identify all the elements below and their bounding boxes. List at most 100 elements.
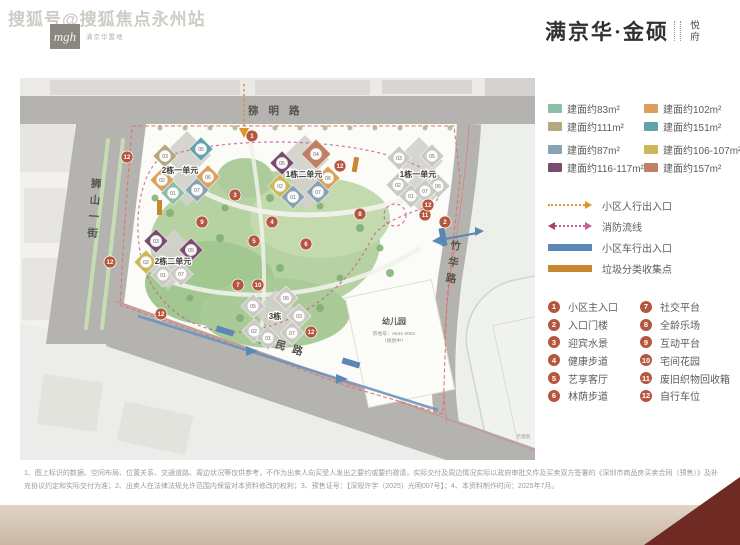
legend-line-group: 小区人行出入口 消防流线 小区车行出入口 垃圾分类收集点 [548, 199, 738, 274]
brand-name: 满京华·金硕 [545, 16, 669, 46]
legend-area-group-1: 建面约83m² 建面约102m² 建面约111m² 建面约151m² [548, 102, 738, 132]
area-swatch [644, 104, 658, 113]
svg-text:12: 12 [337, 163, 344, 170]
brand-divider [674, 21, 675, 41]
unit-number: 07 [194, 188, 200, 194]
svg-text:6: 6 [304, 241, 308, 248]
brand-divider [680, 21, 681, 41]
unit-number: 02 [277, 184, 283, 190]
map-numbered-marker: 12 [155, 308, 167, 320]
vehicle-entrance-symbol [548, 244, 592, 251]
unit-number: 07 [315, 190, 321, 196]
legend-numbered-item: 10宅间花园 [640, 353, 738, 368]
svg-text:1: 1 [250, 133, 254, 140]
legend-numbered-item: 4 健康步道 [548, 353, 640, 368]
svg-text:12: 12 [425, 202, 432, 209]
area-swatch [548, 122, 562, 131]
svg-text:2: 2 [443, 219, 447, 226]
cluster-label: 2栋二单元 [155, 256, 191, 266]
svg-text:10: 10 [255, 282, 262, 289]
legend-numbered-item: 11 废旧织物回收箱 [640, 371, 738, 386]
unit-number: 06 [435, 184, 441, 190]
legend-numbered-item: 7社交平台 [640, 299, 738, 314]
cluster-label: 2栋一单元 [162, 165, 198, 175]
svg-text:5: 5 [252, 238, 256, 245]
numbered-marker-label: 自行车位 [660, 388, 700, 403]
unit-number: 03 [296, 314, 302, 320]
unit-number: 01 [290, 195, 296, 201]
legend-line-item: 小区车行出入口 [548, 241, 738, 253]
legend-numbered-item: 8 全龄乐场 [640, 317, 738, 332]
numbered-marker-icon: 8 [640, 319, 652, 331]
unit-number: 01 [160, 273, 166, 279]
unit-number: 06 [205, 175, 211, 181]
area-swatch [548, 104, 562, 113]
unit-number: 05 [198, 147, 204, 153]
publisher-logo-subtext: 满京华置地 [86, 31, 124, 41]
brand-lockup: 满京华·金硕 悦府 [545, 16, 714, 46]
site-plan-svg: 幼儿园 宗地号：A641-0051 （规划中） [20, 78, 535, 460]
watermark: 搜狐号@搜狐焦点永州站 [8, 5, 206, 30]
bottom-decoration-band [0, 505, 740, 545]
unit-number: 03 [162, 154, 168, 160]
area-swatch [548, 145, 562, 154]
numbered-marker-label: 小区主入口 [568, 299, 618, 314]
kindergarten-status: （规划中） [382, 337, 406, 344]
area-swatch [644, 145, 658, 154]
area-swatch [644, 122, 658, 131]
svg-text:11: 11 [422, 212, 429, 219]
map-numbered-marker: 3 [229, 189, 241, 201]
svg-text:7: 7 [236, 282, 240, 289]
legend-panel: 建面约83m² 建面约102m² 建面约111m² 建面约151m² 建面约87… [548, 96, 738, 405]
disclaimer-text: 1、图上标识的数据、空间布局、位置关系、交通道路、周边状况等仅供参考，不作为出卖… [24, 467, 718, 494]
kindergarten-parcel: 宗地号：A641-0051 [373, 330, 416, 337]
numbered-marker-icon: 3 [548, 336, 560, 348]
brand-suffix: 悦府 [686, 20, 700, 43]
legend-numbered-item: 3迎宾水景 [548, 335, 640, 350]
legend-area-item: 建面约102m² [644, 102, 738, 114]
legend-line-item: 消防流线 [548, 220, 738, 232]
legend-line-item: 小区人行出入口 [548, 199, 738, 211]
cluster-label: 1栋二单元 [286, 169, 322, 179]
map-numbered-marker: 6 [300, 238, 312, 250]
numbered-marker-icon: 4 [548, 354, 560, 366]
map-numbered-marker: 5 [248, 235, 260, 247]
svg-text:12: 12 [107, 259, 114, 266]
numbered-marker-label: 废旧织物回收箱 [660, 371, 730, 386]
area-swatch [548, 163, 562, 172]
unit-number: 04 [313, 152, 319, 158]
legend-numbered-item: 2入口门楼 [548, 317, 640, 332]
unit-number: 02 [143, 260, 149, 266]
map-numbered-marker: 12 [104, 256, 116, 268]
numbered-marker-label: 宅间花园 [660, 353, 700, 368]
unit-number: 06 [325, 176, 331, 182]
map-numbered-marker: 10 [252, 279, 264, 291]
svg-text:4: 4 [270, 219, 274, 226]
unit-number: 01 [408, 194, 414, 200]
publisher-logo: mgh [50, 24, 80, 49]
kindergarten-title: 幼儿园 [382, 316, 406, 326]
publisher-logo-text: mgh [54, 29, 76, 45]
unit-number: 01 [265, 336, 271, 342]
map-numbered-marker: 7 [232, 279, 244, 291]
svg-text:8: 8 [358, 211, 362, 218]
svg-text:12: 12 [158, 311, 165, 318]
unit-number: 02 [395, 183, 401, 189]
numbered-marker-label: 林荫步道 [568, 388, 608, 403]
map-numbered-marker: 12 [121, 151, 133, 163]
map-numbered-marker: 4 [266, 216, 278, 228]
numbered-marker-label: 健康步道 [568, 353, 608, 368]
map-corner-note: 示意图 [517, 433, 531, 440]
numbered-marker-label: 入口门楼 [568, 317, 608, 332]
legend-area-item: 建面约111m² [548, 120, 644, 132]
unit-number: 07 [289, 331, 295, 337]
numbered-marker-icon: 11 [640, 372, 652, 384]
legend-area-item: 建面约106-107m² [644, 143, 740, 155]
numbered-marker-icon: 12 [640, 390, 652, 402]
legend-numbered-list: 1小区主入口2入口门楼3迎宾水景4健康步道5艺享客厅6林荫步道7社交平台8全龄乐… [548, 298, 738, 405]
offsite-buildings-north [50, 80, 472, 95]
numbered-marker-label: 全龄乐场 [660, 317, 700, 332]
unit-number: 05 [250, 304, 256, 310]
svg-text:12: 12 [124, 154, 131, 161]
area-swatch [644, 163, 658, 172]
